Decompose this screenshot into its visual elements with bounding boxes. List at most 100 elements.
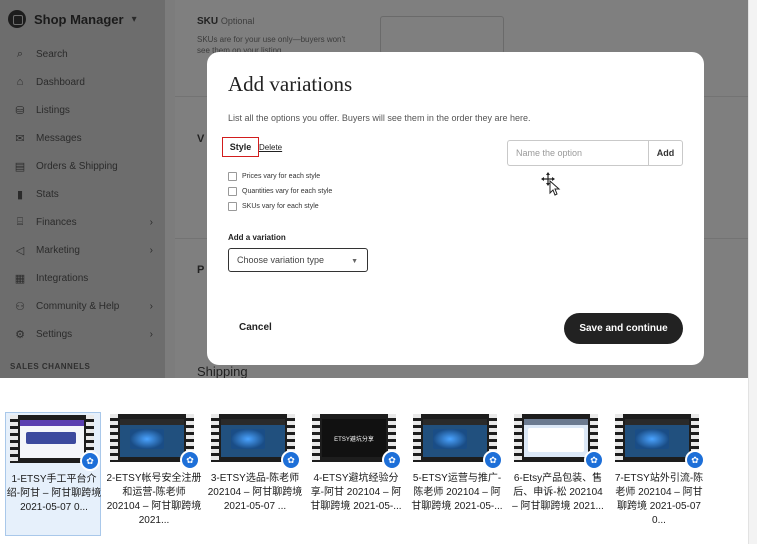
video-thumbnail-1[interactable]: ✿ 1-ETSY手工平台介绍-阿甘 – 阿甘聊跨境 2021-05-07 0..… (5, 412, 101, 536)
chevron-right-icon: › (149, 244, 153, 256)
add-variations-dialog: Add variations List all the options you … (207, 52, 704, 365)
sidebar-item-settings[interactable]: ⚙ Settings › (0, 320, 165, 348)
bank-icon: ⌸ (16, 215, 24, 228)
sidebar-item-messages[interactable]: ✉ Messages (0, 124, 165, 152)
variation-checkboxes: Prices vary for each style Quantities va… (228, 169, 332, 214)
shop-manager-sidebar: Shop Manager ▾ ⌕ Search ⌂ Dashboard ⛁ Listi… (0, 0, 165, 378)
sidebar-item-label: Dashboard (36, 76, 85, 88)
sku-input[interactable] (380, 16, 504, 54)
sidebar-item-label: Orders & Shipping (36, 160, 118, 172)
mail-icon: ✉ (15, 132, 25, 145)
variation-select-value: Choose variation type (237, 255, 325, 265)
checkbox-label: SKUs vary for each style (242, 203, 319, 210)
sidebar-item-label: Listings (36, 104, 70, 116)
add-variation-label: Add a variation (228, 233, 286, 242)
brand[interactable]: Shop Manager ▾ (8, 10, 137, 28)
sidebar-item-marketing[interactable]: ◁ Marketing › (0, 236, 165, 264)
sku-title: SKU (197, 16, 219, 27)
video-caption: 6-Etsy产品包装、售后、申诉-松 202104 – 阿甘聊跨境 2021..… (512, 473, 604, 512)
video-thumbnail-4[interactable]: ETSY避坑分享 ✿ 4-ETSY避坑经验分享-阿甘 202104 – 阿甘聊跨… (308, 412, 404, 536)
style-option-tag[interactable]: Style (222, 137, 259, 157)
dialog-title: Add variations (228, 72, 353, 96)
delete-link[interactable]: Delete (259, 143, 282, 152)
chevron-down-icon: ▾ (131, 13, 137, 25)
sidebar-item-label: Finances (36, 216, 77, 228)
chevron-down-icon: ▼ (351, 258, 358, 265)
shop-logo-icon (8, 10, 26, 28)
chevron-right-icon: › (149, 300, 153, 312)
obscured-section-heading: P (197, 264, 205, 276)
sidebar-item-integrations[interactable]: ▦ Integrations (0, 264, 165, 292)
checkbox-box[interactable] (228, 187, 237, 196)
checkbox-box[interactable] (228, 172, 237, 181)
brand-label: Shop Manager (34, 11, 124, 27)
gear-icon: ⚙ (15, 328, 25, 341)
chevron-right-icon: › (149, 216, 153, 228)
option-name-input[interactable]: Name the option (507, 140, 648, 166)
sales-channels-heading: SALES CHANNELS (10, 362, 91, 371)
video-thumbnail-6[interactable]: ✿ 6-Etsy产品包装、售后、申诉-松 202104 – 阿甘聊跨境 2021… (510, 412, 606, 536)
video-caption: 2-ETSY帐号安全注册和运营-陈老师 202104 – 阿甘聊跨境 2021.… (106, 473, 202, 526)
sidebar-item-listings[interactable]: ⛁ Listings (0, 96, 165, 124)
film-reel-icon: ✿ (483, 450, 503, 470)
save-and-continue-button[interactable]: Save and continue (564, 313, 683, 344)
home-icon: ⌂ (16, 76, 24, 88)
grid-icon: ▦ (14, 272, 26, 285)
move-cursor-icon (541, 172, 561, 196)
chevron-right-icon: › (149, 328, 153, 340)
sidebar-item-orders[interactable]: ▤ Orders & Shipping (0, 152, 165, 180)
sidebar-item-label: Community & Help (36, 300, 120, 312)
variation-type-select[interactable]: Choose variation type ▼ (228, 248, 368, 272)
film-reel-icon: ✿ (80, 451, 100, 471)
sku-optional: Optional (220, 16, 255, 26)
video-frame: Shop Manager ▾ ⌕ Search ⌂ Dashboard ⛁ Listi… (0, 0, 748, 378)
shipping-heading: Shipping (197, 364, 248, 378)
film-reel-icon: ✿ (382, 450, 402, 470)
bar-chart-icon: ▮ (16, 188, 24, 201)
sidebar-item-label: Settings (36, 328, 73, 340)
film-reel-icon: ✿ (281, 450, 301, 470)
skus-vary-checkbox[interactable]: SKUs vary for each style (228, 199, 332, 214)
video-thumbnail-gallery: ✿ 1-ETSY手工平台介绍-阿甘 – 阿甘聊跨境 2021-05-07 0..… (0, 378, 748, 544)
sidebar-item-label: Search (36, 48, 68, 60)
sidebar-item-label: Marketing (36, 244, 80, 256)
video-caption: 7-ETSY站外引流-陈老师 202104 – 阿甘聊跨境 2021-05-07… (614, 473, 704, 526)
video-caption: 4-ETSY避坑经验分享-阿甘 202104 – 阿甘聊跨境 2021-05-.… (310, 473, 402, 512)
sku-heading: SKU Optional (197, 16, 254, 27)
megaphone-icon: ◁ (15, 244, 25, 257)
film-reel-icon: ✿ (584, 450, 604, 470)
quantities-vary-checkbox[interactable]: Quantities vary for each style (228, 184, 332, 199)
sidebar-item-label: Integrations (36, 272, 89, 284)
video-caption: 1-ETSY手工平台介绍-阿甘 – 阿甘聊跨境 2021-05-07 0... (6, 474, 102, 513)
add-option-button[interactable]: Add (648, 140, 683, 166)
search-icon: ⌕ (16, 47, 24, 60)
prices-vary-checkbox[interactable]: Prices vary for each style (228, 169, 332, 184)
checkbox-label: Quantities vary for each style (242, 188, 333, 195)
people-icon: ⚇ (15, 300, 25, 313)
checkbox-box[interactable] (228, 202, 237, 211)
video-thumbnail-7[interactable]: ✿ 7-ETSY站外引流-陈老师 202104 – 阿甘聊跨境 2021-05-… (611, 412, 707, 536)
sidebar-item-community[interactable]: ⚇ Community & Help › (0, 292, 165, 320)
obscured-section-heading: V (197, 133, 205, 145)
thumbnail-text: ETSY避坑分享 (334, 437, 374, 443)
dialog-subtitle: List all the options you offer. Buyers w… (228, 113, 531, 123)
sidebar-item-search[interactable]: ⌕ Search (0, 40, 165, 68)
video-caption: 3-ETSY选品-陈老师 202104 – 阿甘聊跨境 2021-05-07 .… (207, 473, 303, 512)
sidebar-item-dashboard[interactable]: ⌂ Dashboard (0, 68, 165, 96)
film-reel-icon: ✿ (685, 450, 705, 470)
sidebar-nav: ⌕ Search ⌂ Dashboard ⛁ Listings ✉ Messages ▤… (0, 40, 165, 348)
sidebar-item-stats[interactable]: ▮ Stats (0, 180, 165, 208)
clipboard-icon: ▤ (14, 160, 26, 173)
checkbox-label: Prices vary for each style (242, 173, 321, 180)
film-reel-icon: ✿ (180, 450, 200, 470)
sidebar-item-label: Messages (36, 132, 82, 144)
video-thumbnail-2[interactable]: ✿ 2-ETSY帐号安全注册和运营-陈老师 202104 – 阿甘聊跨境 202… (106, 412, 202, 536)
scrollbar[interactable] (748, 0, 757, 544)
listings-icon: ⛁ (15, 104, 25, 117)
cancel-button[interactable]: Cancel (239, 322, 272, 333)
video-caption: 5-ETSY运营与推广-陈老师 202104 – 阿甘聊跨境 2021-05-.… (411, 473, 503, 512)
sidebar-item-label: Stats (36, 188, 59, 200)
sidebar-item-finances[interactable]: ⌸ Finances › (0, 208, 165, 236)
video-thumbnail-5[interactable]: ✿ 5-ETSY运营与推广-陈老师 202104 – 阿甘聊跨境 2021-05… (409, 412, 505, 536)
video-thumbnail-3[interactable]: ✿ 3-ETSY选品-陈老师 202104 – 阿甘聊跨境 2021-05-07… (207, 412, 303, 536)
